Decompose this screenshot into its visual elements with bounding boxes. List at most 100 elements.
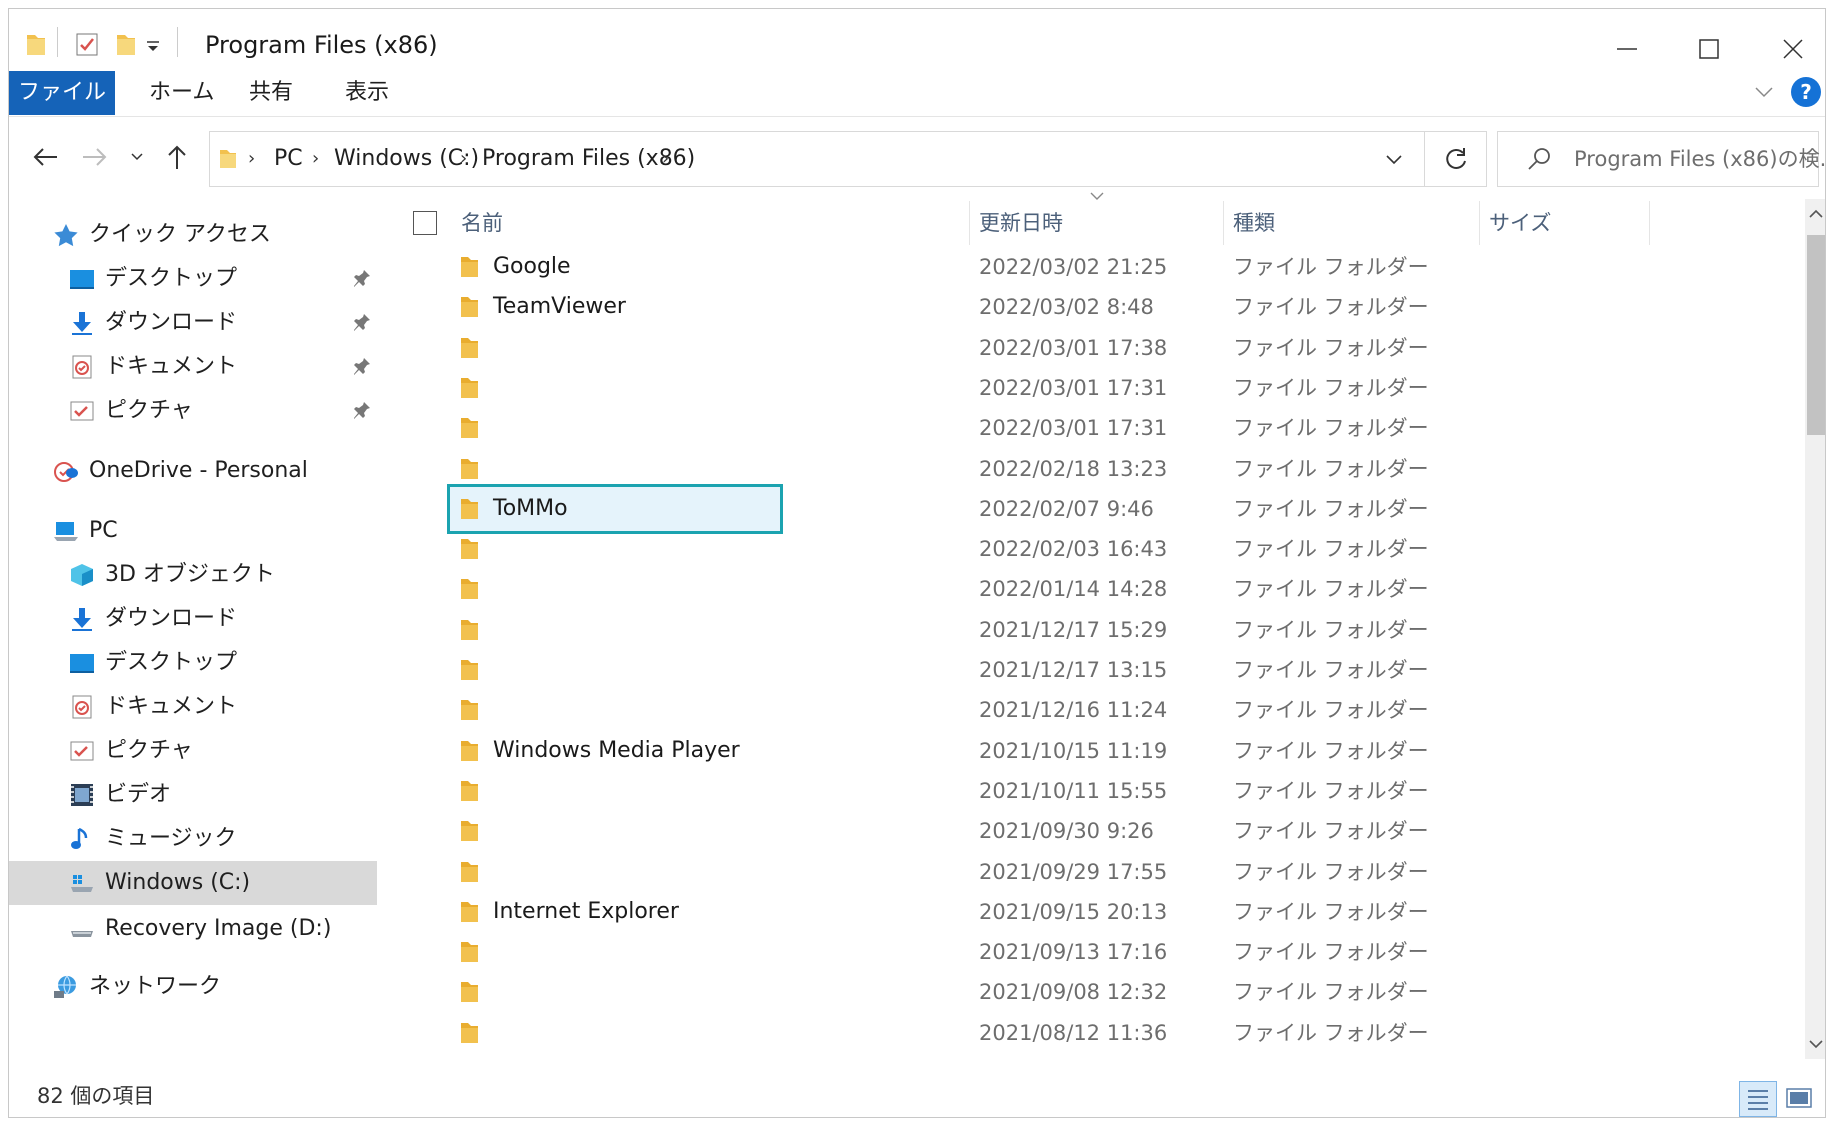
sidebar-item-documents[interactable]: ドキュメント <box>9 685 377 729</box>
breadcrumb-chevron-icon[interactable]: › <box>460 132 467 186</box>
search-input[interactable]: Program Files (x86)の検... <box>1574 132 1825 186</box>
back-button[interactable] <box>25 139 65 175</box>
column-header-size[interactable]: サイズ <box>1489 201 1551 245</box>
expand-ribbon-icon[interactable] <box>1753 81 1775 107</box>
pictures-icon <box>70 741 94 761</box>
column-header-type[interactable]: 種類 <box>1233 201 1275 245</box>
folder-icon <box>461 982 478 1003</box>
scroll-down-icon[interactable] <box>1808 1039 1824 1051</box>
file-row[interactable]: 2021/09/29 17:55 ファイル フォルダー <box>389 852 1789 892</box>
folder-icon <box>461 901 478 922</box>
file-date: 2021/12/16 11:24 <box>979 698 1168 723</box>
file-row[interactable]: 2021/09/13 17:16 ファイル フォルダー <box>389 932 1789 972</box>
properties-icon[interactable] <box>75 31 99 61</box>
tab-share[interactable]: 共有 <box>231 71 311 115</box>
documents-icon <box>72 695 92 719</box>
file-row[interactable]: 2022/02/03 16:43 ファイル フォルダー <box>389 529 1789 569</box>
sidebar-item-label: ビデオ <box>105 782 172 807</box>
column-divider[interactable] <box>969 201 970 245</box>
breadcrumb-chevron-icon[interactable]: › <box>248 132 255 186</box>
sidebar-item-pictures-quick[interactable]: ピクチャ <box>9 389 377 433</box>
column-header-date[interactable]: 更新日時 <box>979 201 1063 245</box>
scroll-up-icon[interactable] <box>1808 207 1824 219</box>
column-divider[interactable] <box>1479 201 1480 245</box>
breadcrumb-chevron-icon[interactable]: › <box>312 132 319 186</box>
pin-icon[interactable] <box>353 313 371 333</box>
sidebar-item-desktop[interactable]: デスクトップ <box>9 641 377 685</box>
sidebar-item-downloads-quick[interactable]: ダウンロード <box>9 301 377 345</box>
new-folder-icon[interactable] <box>115 31 137 61</box>
file-row[interactable]: 2022/03/01 17:31 ファイル フォルダー <box>389 408 1789 448</box>
file-row[interactable]: 2021/08/12 11:36 ファイル フォルダー <box>389 1013 1789 1053</box>
customize-qat-icon[interactable] <box>145 39 161 59</box>
scrollbar-thumb[interactable] <box>1807 235 1825 435</box>
address-bar[interactable]: › PC › Windows (C:) › Program Files (x86… <box>209 131 1425 187</box>
file-date: 2022/03/02 21:25 <box>979 255 1168 279</box>
up-button[interactable] <box>159 139 195 175</box>
address-history-dropdown[interactable] <box>1364 132 1424 186</box>
column-divider[interactable] <box>1223 201 1224 245</box>
search-box[interactable]: Program Files (x86)の検... <box>1497 131 1825 187</box>
sidebar-item-pictures[interactable]: ピクチャ <box>9 729 377 773</box>
file-row[interactable]: Internet Explorer 2021/09/15 20:13 ファイル フォ… <box>389 892 1789 932</box>
breadcrumb-pc[interactable]: PC <box>274 132 303 186</box>
sidebar-item-desktop-quick[interactable]: デスクトップ <box>9 257 377 301</box>
close-button[interactable] <box>1753 19 1825 79</box>
file-date: 2021/12/17 15:29 <box>979 617 1168 642</box>
recent-locations-button[interactable] <box>125 139 149 175</box>
tab-view[interactable]: 表示 <box>327 71 407 115</box>
sidebar-item-windows-c[interactable]: Windows (C:) <box>9 861 377 905</box>
maximize-button[interactable] <box>1669 19 1749 79</box>
file-row[interactable]: 2021/12/16 11:24 ファイル フォルダー <box>389 690 1789 730</box>
music-icon <box>71 827 88 849</box>
file-date: 2022/02/07 9:46 <box>979 496 1154 521</box>
column-header-name[interactable]: 名前 <box>461 201 503 245</box>
file-row[interactable]: Windows Media Player 2021/10/15 11:19 ファイル… <box>389 731 1789 771</box>
file-row[interactable]: 2022/02/18 13:23 ファイル フォルダー <box>389 449 1789 489</box>
file-row[interactable]: 2021/09/30 9:26 ファイル フォルダー <box>389 811 1789 851</box>
tab-home[interactable]: ホーム <box>131 71 232 115</box>
file-row[interactable]: Google 2022/03/02 21:25 ファイル フォルダー <box>389 247 1789 287</box>
file-row[interactable]: 2021/09/08 12:32 ファイル フォルダー <box>389 972 1789 1012</box>
sidebar-item-music[interactable]: ミュージック <box>9 817 377 861</box>
chevron-down-icon <box>1386 155 1402 165</box>
details-view-button[interactable] <box>1739 1081 1777 1117</box>
help-button[interactable]: ? <box>1791 77 1821 107</box>
sidebar-item-pc[interactable]: PC <box>9 509 377 553</box>
back-arrow-icon <box>33 148 57 166</box>
tab-file[interactable]: ファイル <box>9 71 115 115</box>
pin-icon[interactable] <box>353 357 371 377</box>
sidebar-item-downloads[interactable]: ダウンロード <box>9 597 377 641</box>
sidebar-item-3d-objects[interactable]: 3D オブジェクト <box>9 553 377 597</box>
sidebar-item-recovery-d[interactable]: Recovery Image (D:) <box>9 907 377 951</box>
forward-button[interactable] <box>75 139 115 175</box>
folder-icon <box>461 539 478 560</box>
forward-arrow-icon <box>83 148 107 166</box>
file-row[interactable]: ToMMo 2022/02/07 9:46 ファイル フォルダー <box>389 483 1789 534</box>
vertical-scrollbar[interactable] <box>1805 199 1825 1059</box>
sidebar-item-onedrive[interactable]: OneDrive - Personal <box>9 449 377 493</box>
file-row[interactable]: TeamViewer 2022/03/02 8:48 ファイル フォルダー <box>389 287 1789 327</box>
pin-icon[interactable] <box>353 269 371 289</box>
refresh-button[interactable] <box>1425 131 1487 187</box>
sidebar-item-videos[interactable]: ビデオ <box>9 773 377 817</box>
file-row[interactable]: 2021/10/11 15:55 ファイル フォルダー <box>389 771 1789 811</box>
file-row[interactable]: 2021/12/17 15:29 ファイル フォルダー <box>389 610 1789 650</box>
sidebar-item-label: ピクチャ <box>105 398 193 423</box>
file-row[interactable]: 2022/01/14 14:28 ファイル フォルダー <box>389 569 1789 609</box>
breadcrumb-chevron-icon[interactable]: › <box>662 132 669 186</box>
sidebar-item-label: ダウンロード <box>105 310 238 335</box>
minimize-button[interactable] <box>1587 19 1667 79</box>
file-type: ファイル フォルダー <box>1233 255 1429 279</box>
sidebar-item-documents-quick[interactable]: ドキュメント <box>9 345 377 389</box>
large-icons-view-button[interactable] <box>1781 1081 1819 1117</box>
sidebar-item-network[interactable]: ネットワーク <box>9 965 377 1009</box>
sidebar-item-quick-access[interactable]: クイック アクセス <box>9 213 377 257</box>
breadcrumb-windows-c[interactable]: Windows (C:) <box>334 132 479 186</box>
file-row[interactable]: 2022/03/01 17:31 ファイル フォルダー <box>389 368 1789 408</box>
pin-icon[interactable] <box>353 401 371 421</box>
file-row[interactable]: 2021/12/17 13:15 ファイル フォルダー <box>389 650 1789 690</box>
file-row[interactable]: 2022/03/01 17:38 ファイル フォルダー <box>389 328 1789 368</box>
select-all-checkbox[interactable] <box>413 211 437 235</box>
column-divider[interactable] <box>1649 201 1650 245</box>
